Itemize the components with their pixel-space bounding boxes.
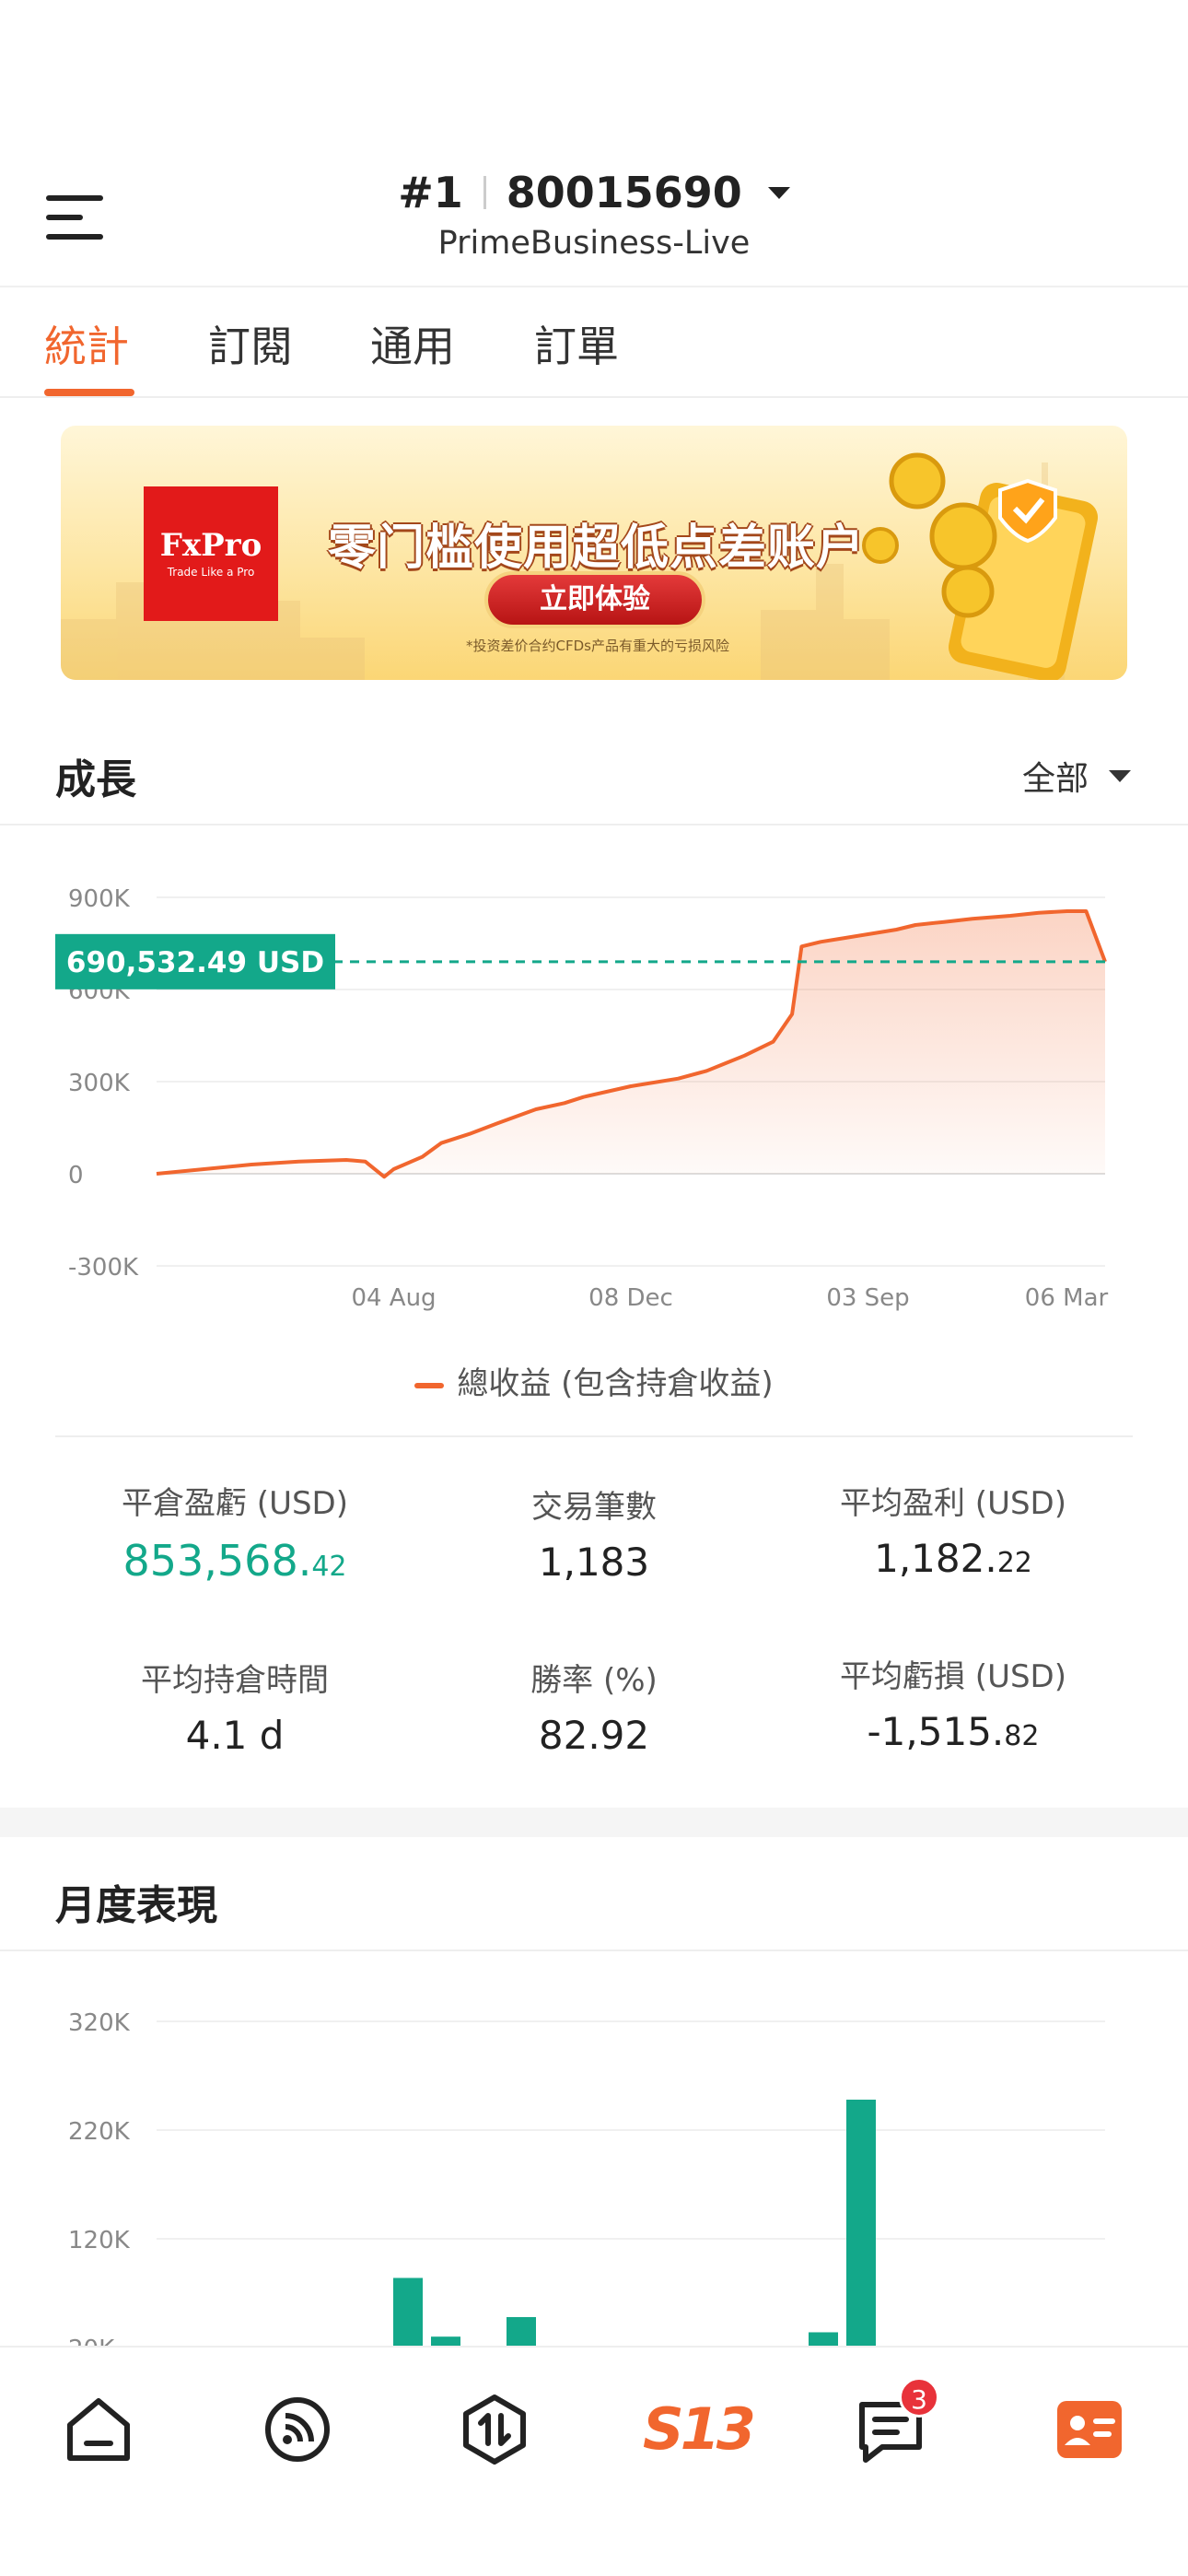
monthly-bar [507, 2316, 536, 2348]
stat-value: 853,568.42 [122, 1536, 347, 1586]
stat-avg-loss: 平均虧損 (USD) -1,515.82 [755, 1651, 1151, 1754]
growth-section-header: 成長 全部 [0, 711, 1188, 825]
tab-statistics[interactable]: 統計 [44, 313, 129, 374]
stat-value: 1,183 [538, 1540, 650, 1585]
bottom-navigation: S13 3 [0, 2346, 1188, 2576]
active-tab-indicator [44, 389, 134, 396]
account-selector[interactable]: #1 80015690 PrimeBusiness-Live [0, 168, 1188, 262]
stat-avg-profit: 平均盈利 (USD) 1,182.22 [755, 1478, 1151, 1581]
x-tick-label: 03 Sep [826, 1284, 909, 1312]
stat-avg-hold-time: 平均持倉時間 4.1 d [37, 1655, 433, 1758]
stat-label: 勝率 (%) [530, 1662, 658, 1699]
stat-value: 4.1 d [185, 1713, 285, 1758]
tab-general[interactable]: 通用 [370, 313, 455, 374]
monthly-bar [393, 2277, 423, 2348]
tab-orders[interactable]: 訂單 [534, 313, 619, 374]
x-tick-label: 08 Dec [588, 1284, 673, 1312]
coins-phone-illustration [862, 452, 1099, 680]
y-tick-label: -300K [68, 1254, 139, 1282]
separator [483, 176, 486, 209]
range-value: 全部 [1021, 760, 1089, 798]
tab-bar: 統計 訂閱 通用 訂單 [0, 287, 1188, 398]
stat-label: 交易筆數 [531, 1489, 657, 1526]
y-tick-label: 220K [68, 2118, 131, 2146]
y-tick-label: 120K [68, 2227, 131, 2254]
banner-cta-button[interactable]: 立即体验 [484, 571, 705, 628]
chevron-down-icon [1109, 769, 1131, 782]
current-value-label: 690,532.49 USD [66, 946, 324, 979]
stat-value: -1,515.82 [867, 1709, 1040, 1754]
growth-title: 成長 [55, 756, 136, 803]
feed-icon[interactable] [256, 2388, 339, 2471]
fxpro-logo: FxPro Trade Like a Pro [144, 486, 278, 621]
range-selector[interactable]: 全部 [1022, 752, 1131, 800]
server-name: PrimeBusiness-Live [437, 225, 751, 262]
stat-win-rate: 勝率 (%) 82.92 [396, 1655, 792, 1758]
stat-closed-pl: 平倉盈虧 (USD) 853,568.42 [37, 1478, 433, 1586]
stat-label: 平倉盈虧 (USD) [122, 1485, 348, 1522]
banner-headline: 零门槛使用超低点差账户 [328, 521, 866, 576]
monthly-chart[interactable]: 320K220K120K20K [0, 1972, 1188, 2348]
profile-card-icon[interactable] [1048, 2388, 1131, 2471]
stat-value: 1,182.22 [874, 1536, 1032, 1581]
y-tick-label: 0 [68, 1162, 84, 1189]
messages-badge: 3 [899, 2377, 939, 2418]
growth-legend: 總收益 (包含持倉收益) [0, 1358, 1188, 1403]
y-tick-label: 900K [68, 885, 131, 913]
legend-swatch [414, 1382, 445, 1388]
legend-label: 總收益 (包含持倉收益) [457, 1365, 774, 1402]
monthly-section-header: 月度表現 [0, 1837, 1188, 1951]
monthly-bar [846, 2099, 876, 2348]
banner-disclaimer: *投资差价合约CFDs产品有重大的亏损风险 [466, 638, 729, 654]
x-tick-label: 06 Mar [1025, 1284, 1109, 1312]
account-rank: #1 [398, 168, 463, 217]
stat-label: 平均虧損 (USD) [840, 1658, 1066, 1695]
stat-trade-count: 交易筆數 1,183 [396, 1481, 792, 1585]
monthly-title: 月度表現 [55, 1882, 217, 1929]
y-tick-label: 300K [68, 1070, 131, 1097]
messages-icon[interactable]: 3 [849, 2377, 939, 2471]
trade-icon[interactable] [453, 2388, 536, 2471]
growth-chart[interactable]: 900K600K300K0-300K04 Aug 08 Dec 03 Sep 06 M… [0, 829, 1188, 1345]
x-tick-label: 04 Aug [351, 1284, 436, 1312]
account-number: 80015690 [506, 168, 742, 217]
y-tick-label: 320K [68, 2009, 131, 2037]
section-divider [0, 1808, 1188, 1837]
divider [55, 1435, 1133, 1437]
promo-banner[interactable]: FxPro Trade Like a Pro 零门槛使用超低点差账户 立即体验 … [61, 426, 1127, 680]
home-icon[interactable] [57, 2388, 140, 2471]
tab-subscribe[interactable]: 訂閱 [208, 313, 293, 374]
stat-label: 平均持倉時間 [141, 1662, 329, 1699]
s13-logo[interactable]: S13 [643, 2388, 756, 2471]
stat-value: 82.92 [538, 1713, 650, 1758]
top-bar: #1 80015690 PrimeBusiness-Live [0, 0, 1188, 287]
stat-label: 平均盈利 (USD) [840, 1485, 1066, 1522]
chevron-down-icon [767, 186, 790, 199]
